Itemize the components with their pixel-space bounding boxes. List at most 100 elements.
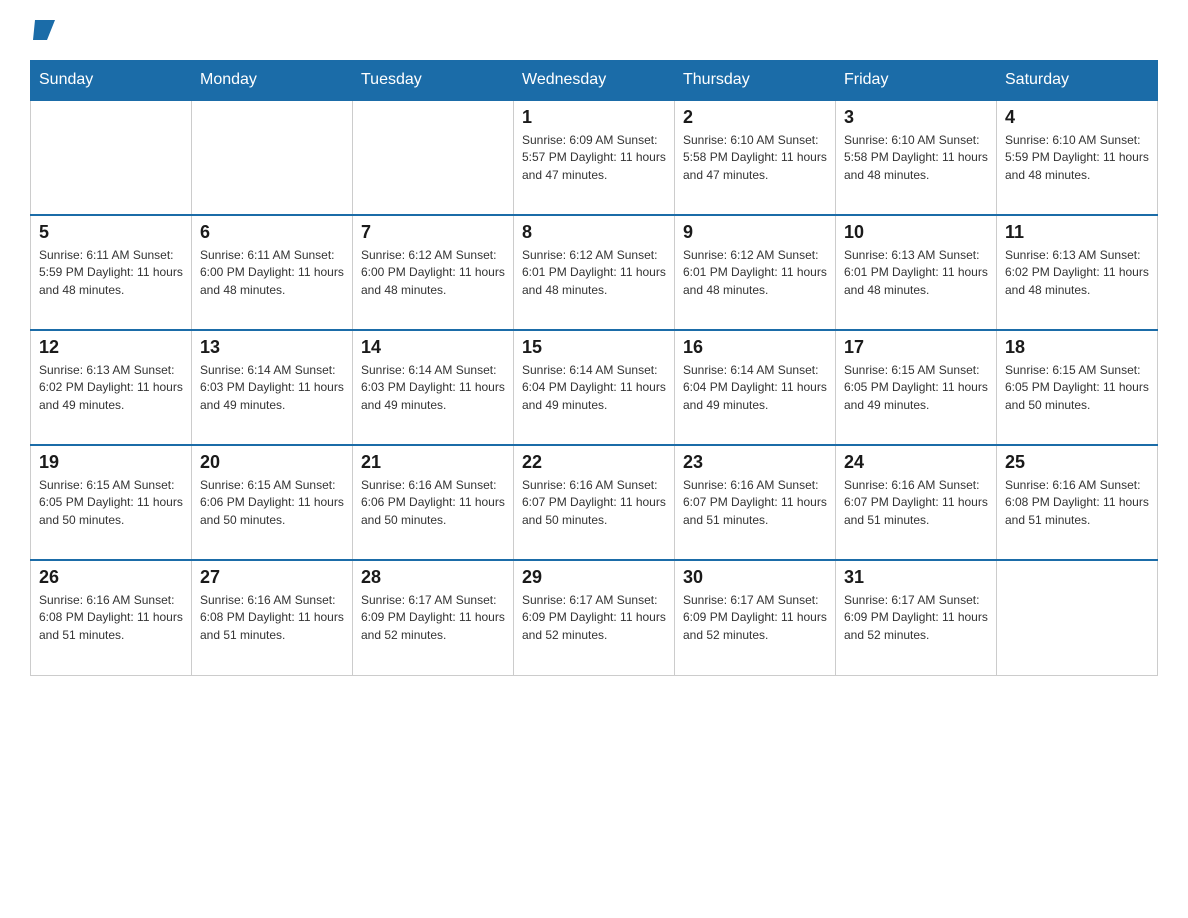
page-header (30, 20, 1158, 42)
calendar-cell: 1 Sunrise: 6:09 AM Sunset: 5:57 PM Daylig… (514, 100, 675, 215)
day-info: Sunrise: 6:17 AM Sunset: 6:09 PM Dayligh… (844, 592, 988, 644)
day-number: 27 (200, 567, 344, 588)
day-number: 7 (361, 222, 505, 243)
day-number: 26 (39, 567, 183, 588)
day-info: Sunrise: 6:14 AM Sunset: 6:04 PM Dayligh… (683, 362, 827, 414)
calendar-cell: 9Sunrise: 6:12 AM Sunset: 6:01 PM Daylig… (675, 215, 836, 330)
calendar-cell: 28 Sunrise: 6:17 AM Sunset: 6:09 PM Dayli… (353, 560, 514, 675)
day-number: 29 (522, 567, 666, 588)
calendar-week-row: 19 Sunrise: 6:15 AM Sunset: 6:05 PM Dayli… (31, 445, 1158, 560)
calendar-cell: 14 Sunrise: 6:14 AM Sunset: 6:03 PM Dayli… (353, 330, 514, 445)
calendar-cell (192, 100, 353, 215)
day-number: 12 (39, 337, 183, 358)
calendar-cell: 3 Sunrise: 6:10 AM Sunset: 5:58 PM Daylig… (836, 100, 997, 215)
calendar-cell: 6Sunrise: 6:11 AM Sunset: 6:00 PM Daylig… (192, 215, 353, 330)
calendar-cell: 20 Sunrise: 6:15 AM Sunset: 6:06 PM Dayli… (192, 445, 353, 560)
day-info: Sunrise: 6:12 AM Sunset: 6:01 PM Dayligh… (522, 247, 666, 299)
day-info: Sunrise: 6:09 AM Sunset: 5:57 PM Dayligh… (522, 132, 666, 184)
day-number: 4 (1005, 107, 1149, 128)
day-number: 6 (200, 222, 344, 243)
calendar-table: SundayMondayTuesdayWednesdayThursdayFrid… (30, 60, 1158, 676)
calendar-cell: 16 Sunrise: 6:14 AM Sunset: 6:04 PM Dayli… (675, 330, 836, 445)
calendar-cell (353, 100, 514, 215)
calendar-week-row: 12Sunrise: 6:13 AM Sunset: 6:02 PM Dayli… (31, 330, 1158, 445)
day-number: 16 (683, 337, 827, 358)
day-info: Sunrise: 6:16 AM Sunset: 6:08 PM Dayligh… (200, 592, 344, 644)
day-info: Sunrise: 6:10 AM Sunset: 5:58 PM Dayligh… (683, 132, 827, 184)
day-info: Sunrise: 6:10 AM Sunset: 5:58 PM Dayligh… (844, 132, 988, 184)
day-info: Sunrise: 6:10 AM Sunset: 5:59 PM Dayligh… (1005, 132, 1149, 184)
day-of-week-header: Friday (836, 61, 997, 101)
day-number: 21 (361, 452, 505, 473)
calendar-cell: 18 Sunrise: 6:15 AM Sunset: 6:05 PM Dayli… (997, 330, 1158, 445)
calendar-cell: 15 Sunrise: 6:14 AM Sunset: 6:04 PM Dayli… (514, 330, 675, 445)
calendar-cell: 27 Sunrise: 6:16 AM Sunset: 6:08 PM Dayli… (192, 560, 353, 675)
calendar-cell: 7Sunrise: 6:12 AM Sunset: 6:00 PM Daylig… (353, 215, 514, 330)
calendar-week-row: 5 Sunrise: 6:11 AM Sunset: 5:59 PM Daylig… (31, 215, 1158, 330)
calendar-cell: 26 Sunrise: 6:16 AM Sunset: 6:08 PM Dayli… (31, 560, 192, 675)
calendar-cell: 21 Sunrise: 6:16 AM Sunset: 6:06 PM Dayli… (353, 445, 514, 560)
calendar-cell: 25Sunrise: 6:16 AM Sunset: 6:08 PM Dayli… (997, 445, 1158, 560)
day-number: 2 (683, 107, 827, 128)
day-number: 11 (1005, 222, 1149, 243)
day-number: 9 (683, 222, 827, 243)
day-info: Sunrise: 6:11 AM Sunset: 5:59 PM Dayligh… (39, 247, 183, 299)
day-number: 5 (39, 222, 183, 243)
calendar-cell: 5 Sunrise: 6:11 AM Sunset: 5:59 PM Daylig… (31, 215, 192, 330)
day-info: Sunrise: 6:13 AM Sunset: 6:02 PM Dayligh… (1005, 247, 1149, 299)
calendar-cell: 23 Sunrise: 6:16 AM Sunset: 6:07 PM Dayli… (675, 445, 836, 560)
day-number: 10 (844, 222, 988, 243)
day-info: Sunrise: 6:16 AM Sunset: 6:07 PM Dayligh… (522, 477, 666, 529)
calendar-cell: 11 Sunrise: 6:13 AM Sunset: 6:02 PM Dayli… (997, 215, 1158, 330)
day-info: Sunrise: 6:15 AM Sunset: 6:05 PM Dayligh… (39, 477, 183, 529)
day-info: Sunrise: 6:17 AM Sunset: 6:09 PM Dayligh… (361, 592, 505, 644)
day-of-week-header: Wednesday (514, 61, 675, 101)
calendar-cell: 30 Sunrise: 6:17 AM Sunset: 6:09 PM Dayli… (675, 560, 836, 675)
day-number: 8 (522, 222, 666, 243)
day-number: 24 (844, 452, 988, 473)
day-info: Sunrise: 6:14 AM Sunset: 6:04 PM Dayligh… (522, 362, 666, 414)
day-info: Sunrise: 6:17 AM Sunset: 6:09 PM Dayligh… (522, 592, 666, 644)
day-info: Sunrise: 6:14 AM Sunset: 6:03 PM Dayligh… (361, 362, 505, 414)
day-number: 1 (522, 107, 666, 128)
day-number: 23 (683, 452, 827, 473)
calendar-week-row: 1 Sunrise: 6:09 AM Sunset: 5:57 PM Daylig… (31, 100, 1158, 215)
day-info: Sunrise: 6:13 AM Sunset: 6:01 PM Dayligh… (844, 247, 988, 299)
calendar-cell (997, 560, 1158, 675)
calendar-cell: 24Sunrise: 6:16 AM Sunset: 6:07 PM Dayli… (836, 445, 997, 560)
calendar-cell: 19 Sunrise: 6:15 AM Sunset: 6:05 PM Dayli… (31, 445, 192, 560)
day-info: Sunrise: 6:16 AM Sunset: 6:06 PM Dayligh… (361, 477, 505, 529)
day-info: Sunrise: 6:15 AM Sunset: 6:05 PM Dayligh… (1005, 362, 1149, 414)
day-number: 28 (361, 567, 505, 588)
day-info: Sunrise: 6:16 AM Sunset: 6:08 PM Dayligh… (39, 592, 183, 644)
calendar-cell: 12Sunrise: 6:13 AM Sunset: 6:02 PM Dayli… (31, 330, 192, 445)
day-number: 18 (1005, 337, 1149, 358)
day-number: 14 (361, 337, 505, 358)
calendar-cell: 22 Sunrise: 6:16 AM Sunset: 6:07 PM Dayli… (514, 445, 675, 560)
day-number: 19 (39, 452, 183, 473)
day-number: 30 (683, 567, 827, 588)
day-number: 13 (200, 337, 344, 358)
logo (30, 20, 55, 42)
calendar-cell: 17 Sunrise: 6:15 AM Sunset: 6:05 PM Dayli… (836, 330, 997, 445)
calendar-cell: 4 Sunrise: 6:10 AM Sunset: 5:59 PM Daylig… (997, 100, 1158, 215)
day-info: Sunrise: 6:15 AM Sunset: 6:05 PM Dayligh… (844, 362, 988, 414)
day-info: Sunrise: 6:16 AM Sunset: 6:08 PM Dayligh… (1005, 477, 1149, 529)
day-number: 17 (844, 337, 988, 358)
calendar-cell: 10 Sunrise: 6:13 AM Sunset: 6:01 PM Dayli… (836, 215, 997, 330)
day-info: Sunrise: 6:15 AM Sunset: 6:06 PM Dayligh… (200, 477, 344, 529)
day-number: 3 (844, 107, 988, 128)
logo-arrow-icon (33, 20, 55, 44)
day-number: 31 (844, 567, 988, 588)
calendar-cell (31, 100, 192, 215)
day-of-week-header: Saturday (997, 61, 1158, 101)
day-number: 22 (522, 452, 666, 473)
day-info: Sunrise: 6:16 AM Sunset: 6:07 PM Dayligh… (683, 477, 827, 529)
day-number: 20 (200, 452, 344, 473)
calendar-cell: 8 Sunrise: 6:12 AM Sunset: 6:01 PM Daylig… (514, 215, 675, 330)
calendar-cell: 2 Sunrise: 6:10 AM Sunset: 5:58 PM Daylig… (675, 100, 836, 215)
day-of-week-header: Sunday (31, 61, 192, 101)
day-number: 15 (522, 337, 666, 358)
day-info: Sunrise: 6:17 AM Sunset: 6:09 PM Dayligh… (683, 592, 827, 644)
day-of-week-header: Monday (192, 61, 353, 101)
